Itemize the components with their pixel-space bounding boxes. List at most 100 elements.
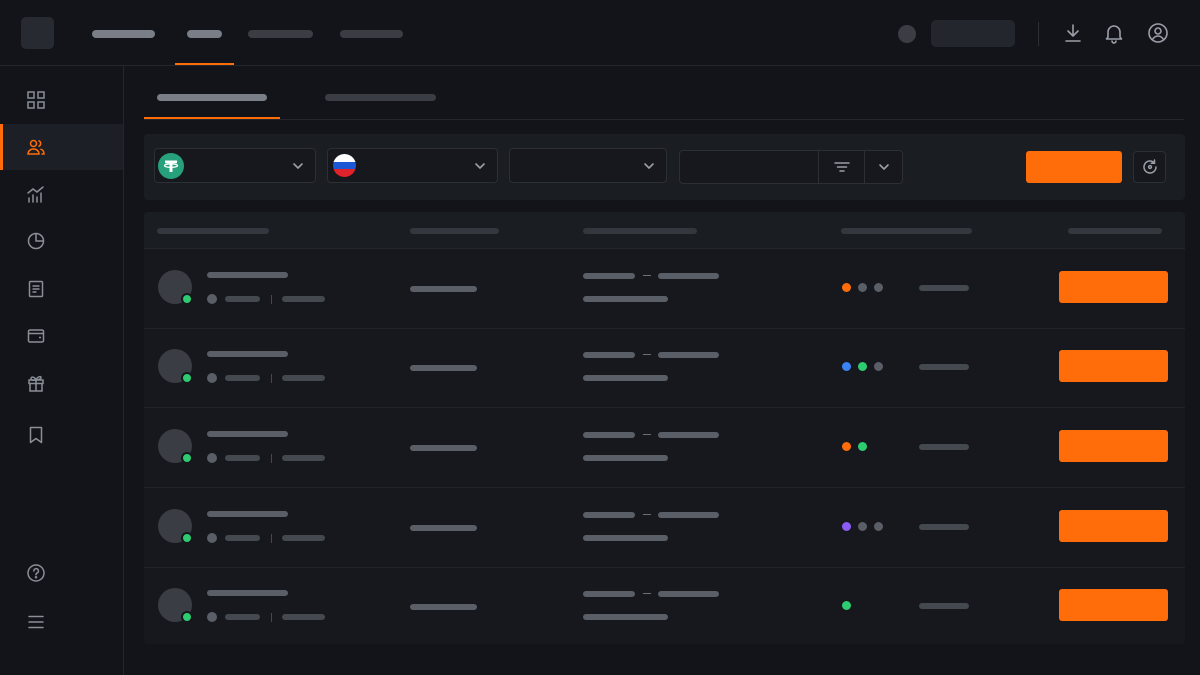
- clock-icon: [27, 232, 45, 250]
- header-search-input[interactable]: [931, 20, 1015, 47]
- table-row: [144, 408, 1185, 488]
- price-value: [410, 604, 477, 610]
- tether-usdt-icon: [158, 153, 184, 179]
- wallet-icon: [27, 329, 45, 343]
- advertiser-orders: [225, 296, 260, 302]
- advertiser-completion: [282, 296, 325, 302]
- advertiser-orders: [225, 375, 260, 381]
- payment-method-dot: [842, 362, 851, 371]
- amount-divider: [818, 151, 819, 183]
- buy-button[interactable]: [1059, 271, 1168, 303]
- payment-method-dot: [858, 283, 867, 292]
- payment-time: [919, 603, 969, 609]
- document-icon: [28, 280, 44, 298]
- download-icon[interactable]: [1061, 21, 1085, 45]
- filter-bar: [144, 134, 1185, 200]
- grid-icon: [27, 91, 45, 109]
- column-header-trade: [1068, 228, 1162, 234]
- sidebar-item-bookmarks[interactable]: [0, 412, 123, 458]
- meta-divider: [271, 613, 272, 622]
- limit-min: [583, 512, 635, 518]
- sidebar-item-orders[interactable]: [0, 266, 123, 312]
- payment-method-dot: [858, 362, 867, 371]
- payment-method-dot: [874, 362, 883, 371]
- payment-time: [919, 524, 969, 530]
- advertiser-orders: [225, 455, 260, 461]
- payment-time: [919, 444, 969, 450]
- buy-button[interactable]: [1059, 589, 1168, 621]
- rating-icon: [207, 453, 217, 463]
- user-icon[interactable]: [1146, 21, 1170, 45]
- tab-1[interactable]: [157, 94, 267, 101]
- refresh-button[interactable]: [1133, 151, 1166, 183]
- price-value: [410, 286, 477, 292]
- asset-select[interactable]: [154, 148, 316, 183]
- available-amount: [583, 296, 668, 302]
- bell-icon[interactable]: [1102, 21, 1126, 45]
- rating-icon: [207, 294, 217, 304]
- advertiser-name[interactable]: [207, 590, 288, 596]
- search-button[interactable]: [1026, 151, 1122, 183]
- column-header-limits: [583, 228, 697, 234]
- sidebar-item-users[interactable]: [0, 124, 123, 170]
- advertiser-name[interactable]: [207, 272, 288, 278]
- sidebar-item-history[interactable]: [0, 218, 123, 264]
- chevron-down-icon[interactable]: [877, 160, 891, 174]
- rating-icon: [207, 533, 217, 543]
- price-value: [410, 365, 477, 371]
- nav-item-4[interactable]: [340, 30, 403, 38]
- amount-input[interactable]: [680, 151, 816, 183]
- payment-method-select[interactable]: [509, 148, 667, 183]
- advertiser-name[interactable]: [207, 351, 288, 357]
- advertiser-completion: [282, 375, 325, 381]
- buy-button[interactable]: [1059, 510, 1168, 542]
- sidebar-item-stats[interactable]: [0, 171, 123, 217]
- advertiser-completion: [282, 614, 325, 620]
- available-amount: [583, 375, 668, 381]
- payment-method-dot: [842, 283, 851, 292]
- tab-2[interactable]: [325, 94, 436, 101]
- menu-icon: [28, 615, 44, 629]
- refresh-icon: [1142, 159, 1157, 174]
- meta-divider: [271, 374, 272, 383]
- buy-button[interactable]: [1059, 430, 1168, 462]
- chevron-down-icon: [475, 163, 485, 169]
- nav-active-indicator: [175, 63, 234, 65]
- currency-select[interactable]: [327, 148, 498, 183]
- buy-button[interactable]: [1059, 350, 1168, 382]
- sidebar-item-rewards[interactable]: [0, 360, 123, 406]
- table-header: [144, 212, 1185, 249]
- limit-min: [583, 432, 635, 438]
- nav-item-1[interactable]: [92, 30, 155, 38]
- advertiser-name[interactable]: [207, 431, 288, 437]
- chart-icon: [27, 186, 44, 203]
- users-icon: [27, 139, 45, 155]
- sidebar: [0, 66, 124, 675]
- advertiser-orders: [225, 614, 260, 620]
- status-indicator: [898, 25, 916, 43]
- filter-icon[interactable]: [828, 159, 856, 175]
- sidebar-item-menu[interactable]: [0, 599, 123, 645]
- sidebar-item-dashboard[interactable]: [0, 77, 123, 123]
- sidebar-item-wallet[interactable]: [0, 313, 123, 359]
- online-status-dot: [181, 372, 193, 384]
- price-value: [410, 445, 477, 451]
- sidebar-item-help[interactable]: [0, 550, 123, 596]
- advertiser-name[interactable]: [207, 511, 288, 517]
- advertiser-orders: [225, 535, 260, 541]
- amount-filter: [679, 150, 903, 184]
- chevron-down-icon: [644, 163, 654, 169]
- available-amount: [583, 455, 668, 461]
- payment-method-dot: [842, 442, 851, 451]
- nav-item-3[interactable]: [248, 30, 313, 38]
- advertisements-table: [144, 212, 1185, 644]
- meta-divider: [271, 454, 272, 463]
- limit-dash: [643, 275, 651, 276]
- payment-method-dot: [858, 522, 867, 531]
- available-amount: [583, 614, 668, 620]
- nav-item-2[interactable]: [187, 30, 222, 38]
- meta-divider: [271, 534, 272, 543]
- tab-bar: [144, 66, 1184, 120]
- app-logo[interactable]: [21, 17, 54, 49]
- table-row: [144, 567, 1185, 647]
